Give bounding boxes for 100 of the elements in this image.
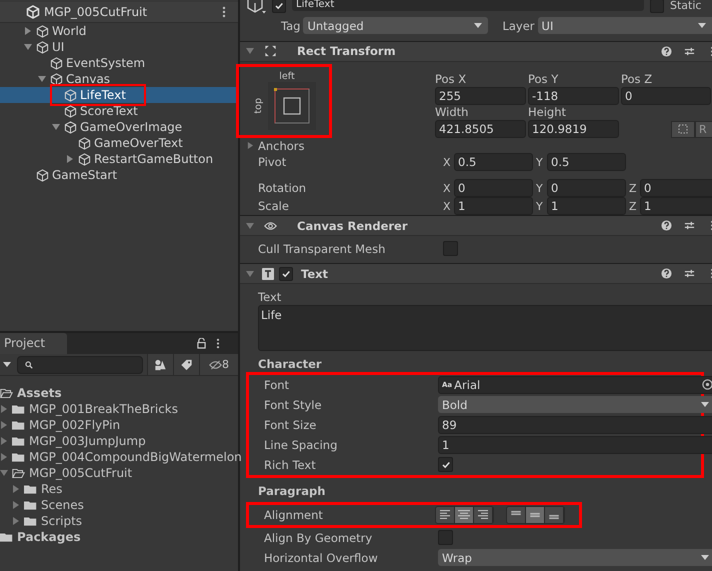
expand-arrow-icon[interactable]: [24, 27, 32, 35]
number-field[interactable]: 0: [640, 179, 712, 198]
hierarchy-item[interactable]: RestartGameButton: [0, 151, 238, 167]
align-button[interactable]: [455, 506, 474, 523]
number-field[interactable]: 1: [640, 197, 712, 216]
number-field[interactable]: 1: [438, 436, 712, 454]
folder-item[interactable]: Scenes: [0, 497, 238, 513]
expand-arrow-icon[interactable]: [0, 453, 8, 461]
number-field[interactable]: 421.8505: [435, 120, 526, 138]
component-header[interactable]: Canvas Renderer: [240, 215, 712, 236]
eye-slash-icon: [209, 358, 222, 370]
number-field[interactable]: 0: [621, 86, 711, 105]
filter-by-label-button[interactable]: [173, 354, 199, 375]
presets-icon[interactable]: [684, 46, 695, 57]
hierarchy-item[interactable]: Canvas: [0, 71, 238, 87]
expand-arrow-icon[interactable]: [0, 405, 8, 413]
number-field[interactable]: 1: [547, 197, 626, 216]
hierarchy-item[interactable]: UI: [0, 39, 238, 55]
expand-arrow-icon[interactable]: [12, 485, 20, 493]
presets-icon[interactable]: [684, 268, 695, 280]
help-icon[interactable]: [661, 220, 672, 232]
hierarchy-item[interactable]: GameStart: [0, 167, 238, 183]
expand-arrow-icon[interactable]: [24, 43, 32, 51]
anchors-foldout[interactable]: Anchors: [258, 138, 305, 152]
component-header[interactable]: Text: [240, 263, 712, 284]
hidden-packages-button[interactable]: 8: [199, 354, 238, 375]
number-field[interactable]: 0: [547, 179, 626, 198]
expand-arrow-icon[interactable]: [52, 123, 60, 131]
expand-arrow-icon[interactable]: [12, 501, 20, 509]
tag-dropdown[interactable]: Untagged: [303, 17, 488, 34]
checkbox[interactable]: [443, 241, 458, 256]
expand-arrow-icon[interactable]: [0, 421, 8, 429]
align-button[interactable]: [474, 506, 493, 523]
folder-item[interactable]: MGP_005CutFruit: [0, 465, 238, 481]
help-icon[interactable]: [661, 268, 672, 280]
hierarchy-item[interactable]: LifeText: [0, 87, 238, 103]
number-field[interactable]: -118: [528, 86, 619, 105]
expand-arrow-icon[interactable]: [0, 469, 8, 477]
search-field[interactable]: [17, 356, 143, 374]
folder-item[interactable]: MGP_003JumpJump: [0, 433, 238, 449]
cube-icon[interactable]: [246, 0, 266, 14]
folder-label: MGP_003JumpJump: [29, 434, 146, 448]
collapse-arrow-icon[interactable]: [246, 270, 254, 278]
align-button[interactable]: [526, 506, 545, 523]
hierarchy-item[interactable]: EventSystem: [0, 55, 238, 71]
align-button[interactable]: [545, 506, 564, 523]
number-field[interactable]: 255: [435, 86, 526, 105]
field-label: Pos Y: [528, 72, 560, 87]
presets-icon[interactable]: [684, 220, 695, 232]
filter-by-type-button[interactable]: [147, 354, 173, 375]
folder-item[interactable]: MGP_001BreakTheBricks: [0, 401, 238, 417]
align-button[interactable]: [507, 506, 526, 523]
enabled-checkbox[interactable]: [279, 266, 293, 281]
number-field[interactable]: 1: [454, 197, 533, 216]
create-dropdown-icon[interactable]: [3, 362, 11, 368]
scene-name: MGP_005CutFruit: [44, 5, 148, 19]
anchor-presets-button[interactable]: [268, 82, 316, 130]
hierarchy-item[interactable]: GameOverImage: [0, 119, 238, 135]
folder-item[interactable]: Packages: [0, 529, 238, 545]
lock-icon[interactable]: [197, 338, 206, 349]
checkbox[interactable]: [438, 530, 453, 546]
expand-arrow-icon[interactable]: [0, 437, 8, 445]
text-area[interactable]: Life: [258, 304, 712, 351]
dropdown[interactable]: Bold: [438, 396, 712, 414]
number-field[interactable]: 89: [438, 416, 712, 434]
expand-arrow-icon[interactable]: [12, 517, 20, 525]
collapse-arrow-icon[interactable]: [246, 47, 254, 56]
folder-label: MGP_005CutFruit: [29, 466, 132, 480]
unity-logo-icon: [26, 5, 40, 19]
folder-item[interactable]: Scripts: [0, 513, 238, 529]
number-field[interactable]: 0: [454, 179, 533, 198]
object-picker-icon[interactable]: [702, 379, 712, 390]
component-header[interactable]: Rect Transform: [240, 41, 712, 62]
expand-arrow-icon[interactable]: [38, 75, 46, 83]
expand-arrow-icon[interactable]: [247, 142, 254, 149]
number-field[interactable]: 0.5: [547, 153, 626, 172]
scene-header[interactable]: MGP_005CutFruit: [0, 2, 238, 23]
layer-dropdown[interactable]: UI: [538, 17, 712, 34]
property-label: Line Spacing: [264, 438, 338, 452]
more-icon[interactable]: [222, 6, 226, 18]
hierarchy-item[interactable]: GameOverText: [0, 135, 238, 151]
collapse-arrow-icon[interactable]: [246, 222, 254, 230]
expand-arrow-icon[interactable]: [66, 155, 74, 163]
number-field[interactable]: 120.9819: [528, 120, 619, 138]
more-icon[interactable]: [216, 338, 220, 349]
folder-item[interactable]: MGP_002FlyPin: [0, 417, 238, 433]
number-field[interactable]: 0.5: [454, 153, 533, 172]
align-button[interactable]: [436, 506, 455, 523]
blueprint-mode-button[interactable]: [671, 120, 695, 138]
project-tab[interactable]: Project: [0, 333, 68, 354]
folder-item[interactable]: Assets: [0, 385, 238, 401]
folder-item[interactable]: Res: [0, 481, 238, 497]
folder-label: Packages: [17, 530, 81, 544]
static-checkbox[interactable]: [650, 0, 664, 12]
help-icon[interactable]: [661, 46, 672, 57]
checkbox[interactable]: [438, 457, 453, 472]
hierarchy-item[interactable]: World: [0, 23, 238, 39]
hierarchy-item[interactable]: ScoreText: [0, 103, 238, 119]
dropdown[interactable]: Wrap: [438, 549, 712, 566]
active-checkbox[interactable]: [272, 0, 286, 12]
